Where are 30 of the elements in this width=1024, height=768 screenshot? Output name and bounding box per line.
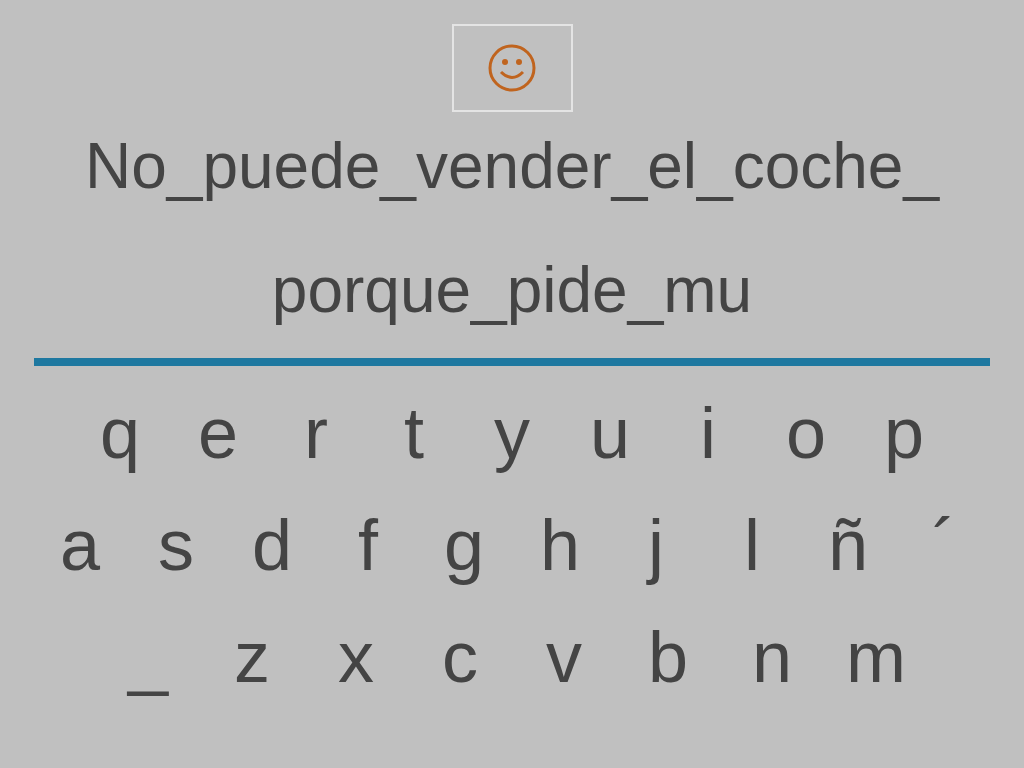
sentence-text: No_puede_vender_el_coche_ bbox=[85, 129, 939, 204]
key-button[interactable]: g bbox=[416, 500, 512, 590]
key-button[interactable]: c bbox=[408, 612, 512, 702]
key-button[interactable]: e bbox=[169, 388, 267, 478]
key-button[interactable]: v bbox=[512, 612, 616, 702]
key-button[interactable]: ´ bbox=[896, 500, 992, 590]
key-button[interactable]: r bbox=[267, 388, 365, 478]
key-button[interactable]: q bbox=[71, 388, 169, 478]
key-button[interactable]: d bbox=[224, 500, 320, 590]
key-button[interactable]: f bbox=[320, 500, 416, 590]
key-button[interactable]: m bbox=[824, 612, 928, 702]
key-button[interactable]: t bbox=[365, 388, 463, 478]
key-button[interactable]: y bbox=[463, 388, 561, 478]
sentence-text: porque_pide_mu bbox=[271, 253, 753, 328]
key-button[interactable]: ñ bbox=[800, 500, 896, 590]
key-button[interactable]: x bbox=[304, 612, 408, 702]
key-button[interactable]: b bbox=[616, 612, 720, 702]
key-button[interactable]: h bbox=[512, 500, 608, 590]
key-button[interactable]: u bbox=[561, 388, 659, 478]
key-button[interactable]: n bbox=[720, 612, 824, 702]
key-button[interactable]: z bbox=[200, 612, 304, 702]
key-button[interactable]: p bbox=[855, 388, 953, 478]
key-button[interactable]: o bbox=[757, 388, 855, 478]
key-button[interactable]: s bbox=[128, 500, 224, 590]
key-button[interactable]: i bbox=[659, 388, 757, 478]
smiley-icon bbox=[487, 43, 537, 93]
key-button[interactable]: _ bbox=[96, 612, 200, 702]
key-button[interactable]: j bbox=[608, 500, 704, 590]
key-button[interactable]: a bbox=[32, 500, 128, 590]
key-button[interactable]: l bbox=[704, 500, 800, 590]
